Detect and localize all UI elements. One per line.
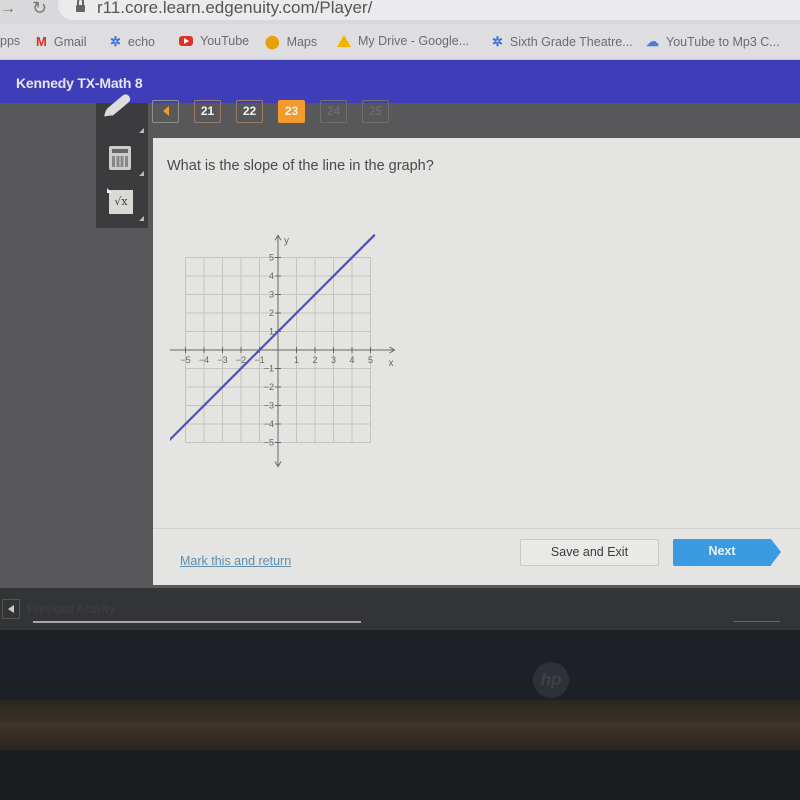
bookmark-label: Maps [286,35,318,49]
course-title: Kennedy TX-Math 8 [16,75,143,91]
bookmark-sixth-grade-theatre[interactable]: ✲ Sixth Grade Theatre... [492,34,633,50]
pager-page-21[interactable]: 21 [194,100,221,123]
x-tick-label: −4 [199,355,209,365]
previous-activity-label[interactable]: Previous Activity [27,602,114,616]
question-card: What is the slope of the line in the gra… [153,138,800,585]
reload-icon[interactable]: ↻ [32,0,47,19]
bookmark-apps[interactable]: pps [0,34,20,48]
formula-sqrt-icon: √x [107,188,133,214]
bookmark-echo[interactable]: ✲ echo [110,34,155,50]
x-tick-label: 4 [349,355,354,365]
x-tick-label: −5 [180,355,190,365]
y-tick-label: −4 [264,419,274,429]
bookmark-youtube-to-mp3[interactable]: ☁ YouTube to Mp3 C... [646,34,780,50]
url-text[interactable]: r11.core.learn.edgenuity.com/Player/ [97,0,372,18]
activity-progress-line-end [733,621,780,622]
bookmark-label: pps [0,34,21,48]
coordinate-graph: xy−5 −4 −3 −2 −1 1 2 3 4 554321−1−2−3−4−5 [170,234,396,468]
screen: → ↻ r11.core.learn.edgenuity.com/Player/… [0,0,800,800]
drive-icon [337,35,351,47]
activity-bottom-bar: Previous Activity [0,588,800,630]
formula-tool-button[interactable]: √x [96,183,148,225]
y-tick-label: −1 [264,364,274,374]
browser-address-bar: → ↻ r11.core.learn.edgenuity.com/Player/ [0,0,800,24]
y-tick-label: 5 [269,253,274,263]
footer-divider [153,528,800,529]
x-axis-label: x [389,358,394,369]
y-tick-label: −5 [264,438,274,448]
laptop-hinge [0,700,800,750]
laptop-bezel: hp [0,630,800,700]
question-text: What is the slope of the line in the gra… [167,158,434,174]
calculator-tool-button[interactable] [96,138,148,180]
tools-sidebar: √x [96,92,148,228]
pager-page-22[interactable]: 22 [236,100,263,123]
y-tick-label: 3 [269,290,274,300]
save-and-exit-button[interactable]: Save and Exit [520,539,659,566]
lock-icon [76,0,85,12]
bookmark-maps[interactable]: ⬤ Maps [265,34,317,50]
graphed-line [170,234,376,442]
laptop-keyboard-deck [0,750,800,800]
y-tick-label: 2 [269,308,274,318]
youtube-icon [179,36,193,46]
y-tick-label: 4 [269,271,274,281]
cloud-download-icon: ☁ [646,34,659,49]
bookmark-label: Sixth Grade Theatre... [509,35,633,49]
echo-icon: ✲ [492,34,503,49]
activity-progress-line [33,621,361,623]
bookmark-label: YouTube [200,34,250,48]
next-button[interactable]: Next [673,539,781,566]
calculator-icon [109,146,131,170]
edgenuity-player: Kennedy TX-Math 8 √x 21 22 23 24 25 What… [0,60,800,630]
bookmark-label: echo [127,35,156,49]
question-pager: 21 22 23 24 25 [152,100,404,123]
gmail-icon: M [36,34,47,49]
y-tick-label: −3 [264,401,274,411]
pager-page-23[interactable]: 23 [278,100,305,123]
pencil-tool-button[interactable] [96,92,148,137]
previous-activity-button[interactable] [2,599,20,619]
triangle-left-icon [162,106,169,116]
back-arrow-icon[interactable]: → [0,0,16,18]
y-axis-label: y [284,235,289,246]
x-tick-label: 5 [368,355,373,365]
bookmark-label: My Drive - Google... [358,34,470,48]
bookmark-gmail[interactable]: M Gmail [36,34,87,49]
x-tick-label: 3 [331,355,336,365]
pencil-icon [106,92,132,117]
expand-corner-icon [139,171,144,176]
bookmark-youtube[interactable]: YouTube [179,34,249,48]
mark-and-return-link[interactable]: Mark this and return [180,554,291,568]
pager-page-24: 24 [320,100,347,123]
x-tick-label: −3 [217,355,227,365]
expand-corner-icon [139,216,144,221]
maps-icon: ⬤ [265,34,280,49]
bookmark-my-drive[interactable]: My Drive - Google... [337,34,469,48]
bookmark-label: Gmail [53,34,87,49]
bookmark-label: YouTube to Mp3 C... [666,35,780,49]
bookmarks-bar: pps M Gmail ✲ echo YouTube ⬤ Maps My Dri… [0,24,800,60]
y-tick-label: −2 [264,382,274,392]
hp-logo: hp [533,662,569,698]
x-tick-label: 1 [294,355,299,365]
x-tick-label: 2 [312,355,317,365]
pager-page-25: 25 [362,100,389,123]
echo-icon: ✲ [110,34,121,49]
expand-corner-icon [139,128,144,133]
pager-prev-button[interactable] [152,100,179,123]
